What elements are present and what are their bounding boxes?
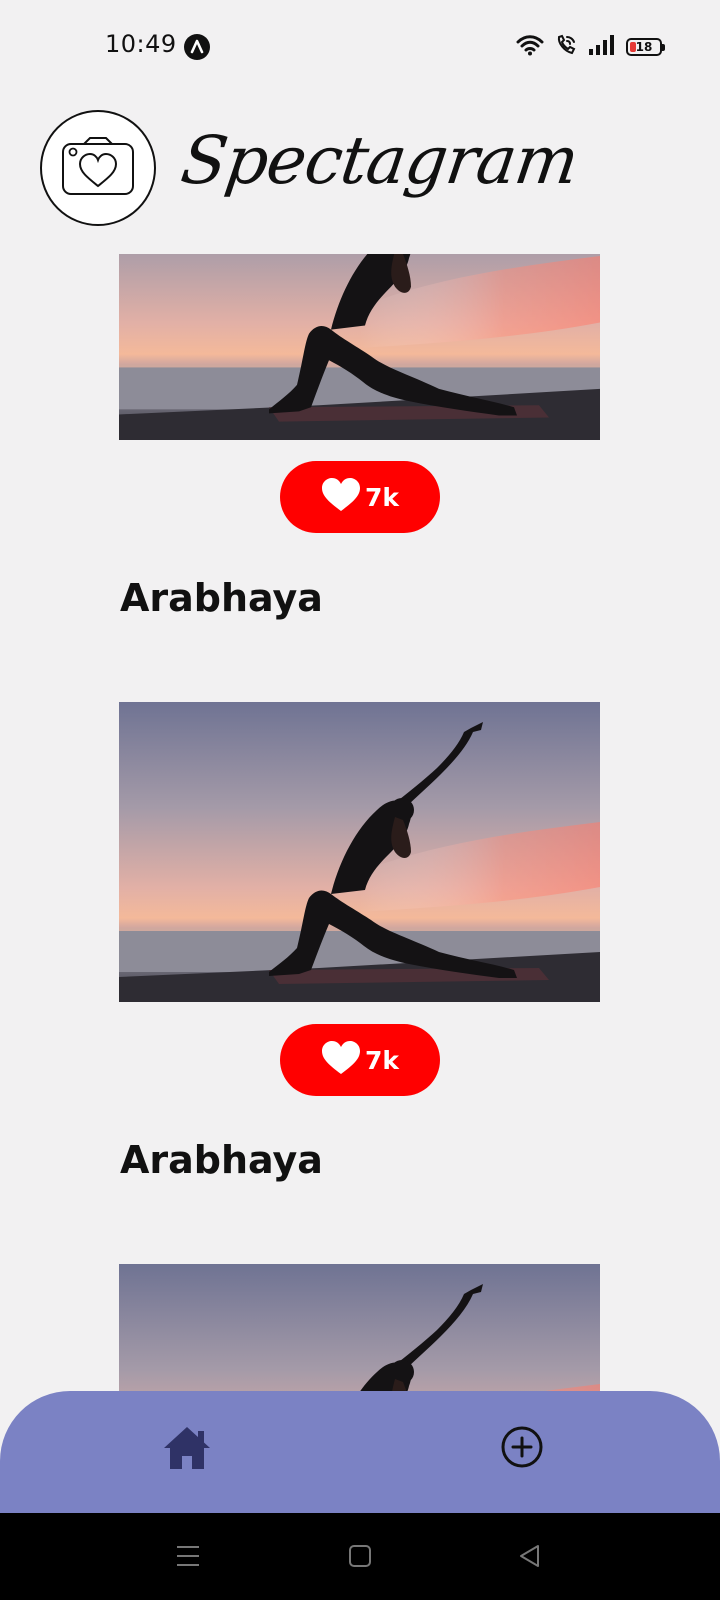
like-count: 7k [364, 482, 400, 512]
wifi-calling-icon [554, 33, 578, 62]
feed[interactable]: 7k Arabhaya 7k Arabhaya [0, 254, 720, 1394]
bottom-nav [0, 1391, 720, 1513]
wifi-icon [516, 34, 544, 61]
like-button[interactable]: 7k [280, 461, 440, 533]
post-title: Arabhaya [120, 1138, 323, 1182]
camera-heart-icon [60, 134, 136, 203]
menu-icon[interactable] [173, 1541, 203, 1571]
status-bar: 10:49 18 [0, 0, 720, 92]
home-icon[interactable] [162, 1425, 212, 1471]
post-image[interactable] [119, 702, 600, 1002]
brand-title: Spectagram [176, 122, 583, 199]
heart-icon [321, 1040, 361, 1081]
battery-icon: 18 [626, 38, 665, 56]
signal-icon [588, 34, 616, 61]
post-title: Arabhaya [120, 576, 323, 620]
like-count: 7k [364, 1045, 400, 1075]
back-triangle-icon[interactable] [515, 1541, 545, 1571]
post-card: 7k Arabhaya [0, 702, 720, 1252]
status-time: 10:49 [105, 30, 177, 58]
home-square-icon[interactable] [345, 1541, 375, 1571]
status-icons: 18 [516, 33, 665, 62]
heart-icon [321, 477, 361, 518]
post-image[interactable] [119, 254, 600, 440]
battery-level: 18 [635, 40, 653, 54]
post-card [0, 1264, 720, 1394]
post-image[interactable] [119, 1264, 600, 1394]
alert-badge-icon [184, 34, 210, 60]
like-button[interactable]: 7k [280, 1024, 440, 1096]
system-nav-bar [0, 1513, 720, 1600]
app-logo [40, 110, 156, 226]
add-circle-icon[interactable] [500, 1425, 544, 1469]
